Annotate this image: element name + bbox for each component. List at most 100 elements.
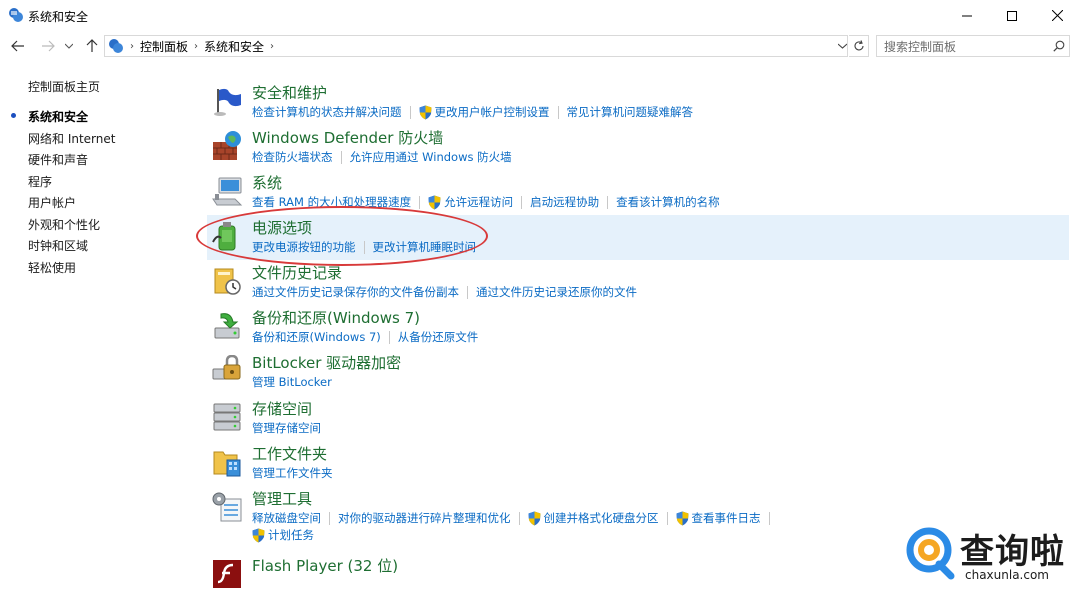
sidebar-item-home[interactable]: 控制面板主页	[28, 78, 100, 95]
category-file-history: 文件历史记录 通过文件历史记录保存你的文件备份副本 通过文件历史记录还原你的文件	[207, 260, 1069, 305]
category-title[interactable]: 备份和还原(Windows 7)	[252, 307, 420, 328]
link-divider	[419, 195, 421, 209]
link-divider	[557, 105, 559, 119]
active-item-bullet	[11, 113, 16, 118]
sidebar-item-clock-region[interactable]: 时钟和区域	[28, 237, 88, 254]
link-divider	[467, 285, 468, 299]
category-title[interactable]: 工作文件夹	[252, 443, 327, 464]
chevron-down-icon	[65, 43, 73, 49]
file-history-icon	[214, 268, 241, 295]
close-button[interactable]	[1034, 0, 1080, 31]
task-link[interactable]: 启动远程协助	[530, 194, 599, 210]
watermark: 查询啦 chaxunla.com	[905, 522, 1070, 584]
task-link[interactable]: 对你的驱动器进行碎片整理和优化	[338, 510, 511, 526]
task-link[interactable]: 允许应用通过 Windows 防火墙	[350, 149, 512, 165]
category-work-folders: 工作文件夹 管理工作文件夹	[207, 441, 1069, 486]
task-link[interactable]: 管理 BitLocker	[252, 374, 332, 390]
search-icon[interactable]	[1049, 40, 1069, 52]
search-placeholder: 搜索控制面板	[884, 39, 957, 54]
backup-icon	[214, 313, 240, 339]
task-link[interactable]: 管理工作文件夹	[252, 465, 333, 481]
breadcrumb-separator-icon: ›	[270, 40, 275, 52]
category-title[interactable]: BitLocker 驱动器加密	[252, 352, 401, 373]
computer-icon	[212, 177, 243, 206]
category-title[interactable]: Windows Defender 防火墙	[252, 127, 443, 148]
category-title[interactable]: 系统	[252, 172, 282, 193]
link-divider	[340, 150, 342, 164]
address-dropdown-button[interactable]	[834, 36, 850, 56]
sidebar-item-programs[interactable]: 程序	[28, 173, 52, 190]
breadcrumb-control-panel[interactable]: 控制面板	[140, 38, 188, 55]
sidebar-item-user-accounts[interactable]: 用户帐户	[28, 194, 76, 211]
task-link[interactable]: 常见计算机问题疑难解答	[567, 104, 694, 120]
maximize-button[interactable]	[989, 0, 1035, 31]
category-title[interactable]: 安全和维护	[252, 82, 327, 103]
uac-shield-icon	[252, 528, 265, 542]
storage-icon	[213, 403, 241, 431]
minimize-button[interactable]	[944, 0, 990, 31]
admin-tools-icon	[212, 492, 242, 522]
link-divider	[518, 511, 520, 525]
category-links: 检查防火墙状态 允许应用通过 Windows 防火墙	[252, 149, 512, 165]
arrow-right-icon	[42, 40, 55, 52]
flag-icon	[214, 88, 241, 116]
refresh-button[interactable]	[849, 35, 869, 57]
task-link[interactable]: 计划任务	[268, 527, 314, 543]
category-title[interactable]: Flash Player (32 位)	[252, 555, 398, 576]
category-links: 释放磁盘空间 对你的驱动器进行碎片整理和优化 创建并格式化硬盘分区 查看事件日志	[252, 510, 778, 526]
task-link[interactable]: 查看事件日志	[692, 510, 761, 526]
task-link[interactable]: 创建并格式化硬盘分区	[544, 510, 659, 526]
uac-shield-icon	[676, 511, 688, 525]
firewall-icon	[213, 131, 241, 160]
breadcrumb-system-security[interactable]: 系统和安全	[204, 38, 264, 55]
task-link[interactable]: 检查计算机的状态并解决问题	[252, 104, 402, 120]
category-links: 检查计算机的状态并解决问题 更改用户帐户控制设置 常见计算机问题疑难解答	[252, 104, 693, 120]
task-link[interactable]: 通过文件历史记录保存你的文件备份副本	[252, 284, 459, 300]
category-backup-restore: 备份和还原(Windows 7) 备份和还原(Windows 7) 从备份还原文…	[207, 305, 1069, 350]
refresh-icon	[854, 40, 864, 51]
uac-shield-icon	[419, 105, 431, 119]
category-title[interactable]: 存储空间	[252, 398, 312, 419]
task-link[interactable]: 通过文件历史记录还原你的文件	[476, 284, 637, 300]
watermark-text: 查询啦	[960, 532, 1065, 572]
up-button[interactable]	[82, 36, 102, 56]
address-bar[interactable]: › 控制面板 › 系统和安全 ›	[104, 35, 848, 57]
sidebar-item-ease-of-access[interactable]: 轻松使用	[28, 259, 76, 276]
category-links: 管理存储空间	[252, 420, 321, 436]
task-link[interactable]: 备份和还原(Windows 7)	[252, 329, 381, 345]
task-link[interactable]: 从备份还原文件	[398, 329, 479, 345]
category-security-maintenance: 安全和维护 检查计算机的状态并解决问题 更改用户帐户控制设置 常见计算机问题疑难…	[207, 80, 1069, 125]
link-divider	[409, 105, 411, 119]
category-links: 管理工作文件夹	[252, 465, 333, 481]
sidebar-item-appearance[interactable]: 外观和个性化	[28, 216, 100, 233]
task-link[interactable]: 管理存储空间	[252, 420, 321, 436]
forward-button[interactable]	[38, 36, 58, 56]
category-links-row2: 计划任务	[252, 527, 314, 543]
sidebar-item-system-security[interactable]: 系统和安全	[28, 108, 88, 125]
chevron-down-icon	[837, 43, 847, 49]
category-links: 通过文件历史记录保存你的文件备份副本 通过文件历史记录还原你的文件	[252, 284, 637, 300]
window-title: 系统和安全	[28, 10, 89, 24]
uac-shield-icon	[428, 195, 441, 209]
maximize-icon	[1007, 10, 1017, 21]
task-link[interactable]: 更改用户帐户控制设置	[435, 104, 550, 120]
recent-locations-button[interactable]	[62, 36, 76, 56]
task-link[interactable]: 检查防火墙状态	[252, 149, 333, 165]
work-folder-icon	[213, 451, 241, 477]
sidebar-item-network[interactable]: 网络和 Internet	[28, 130, 115, 147]
link-divider	[666, 511, 668, 525]
category-title[interactable]: 管理工具	[252, 488, 312, 509]
sidebar-item-hardware[interactable]: 硬件和声音	[28, 151, 88, 168]
search-input[interactable]: 搜索控制面板	[876, 35, 1070, 57]
task-link[interactable]: 允许远程访问	[444, 194, 513, 210]
back-button[interactable]	[8, 36, 28, 56]
task-link[interactable]: 释放磁盘空间	[252, 510, 321, 526]
uac-shield-icon	[528, 511, 540, 525]
category-bitlocker: BitLocker 驱动器加密 管理 BitLocker	[207, 350, 1069, 395]
flash-icon	[213, 560, 241, 588]
breadcrumb-separator-icon: ›	[130, 40, 134, 52]
breadcrumb-separator-icon: ›	[194, 40, 199, 52]
minimize-icon	[962, 15, 972, 16]
control-panel-icon	[109, 39, 123, 53]
task-link[interactable]: 查看该计算机的名称	[616, 194, 720, 210]
